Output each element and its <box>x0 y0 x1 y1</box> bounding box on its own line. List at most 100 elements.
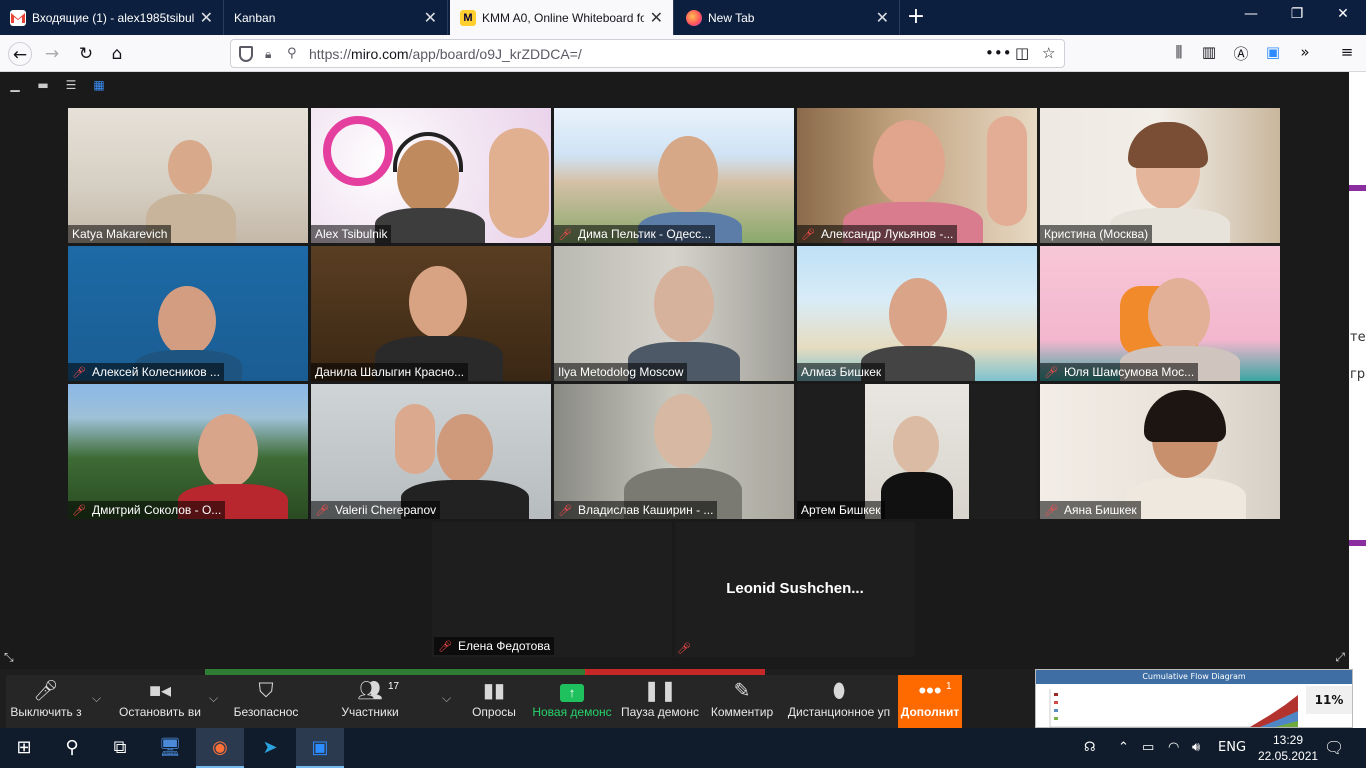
board-text: те <box>1350 330 1366 345</box>
zoom-level: 11% <box>1306 686 1352 714</box>
overflow-chevron-icon[interactable]: » <box>1294 43 1316 61</box>
close-window-button[interactable]: ✕ <box>1328 6 1358 22</box>
remote-control-button[interactable]: ⬮ Дистанционное уп <box>784 675 894 728</box>
bookmark-star-icon[interactable]: ☆ <box>1042 44 1055 62</box>
speaker-view-icon[interactable]: ▬ <box>34 78 52 92</box>
account-icon[interactable]: Ⓐ <box>1230 43 1252 64</box>
camera-icon: ■◂ <box>148 680 172 702</box>
wifi-icon[interactable]: ◠ <box>1168 728 1179 768</box>
notifications-icon[interactable]: 🗨︎ <box>1324 728 1344 768</box>
participant-name: Артем Бишкек <box>797 501 885 519</box>
tray-chevron-icon[interactable]: ⌃ <box>1118 728 1129 768</box>
maximize-button[interactable]: ❐ <box>1282 6 1312 22</box>
library-icon[interactable]: ⫼ <box>1168 43 1190 61</box>
tab-kanban[interactable]: Kanban ✕ <box>224 0 448 35</box>
participant-name: 🎤︎ Аяна Бишкек <box>1040 501 1141 519</box>
zoom-extension-icon[interactable]: ▣ <box>1262 43 1284 61</box>
people-icon[interactable]: ☊ <box>1084 728 1096 768</box>
gmail-icon <box>10 9 26 26</box>
close-tab-icon[interactable]: ✕ <box>876 8 889 28</box>
gallery-view-icon[interactable]: ▦ <box>90 78 108 92</box>
url-text[interactable]: https://miro.com/app/board/o9J_krZDDCA=/ <box>309 46 582 62</box>
polls-button[interactable]: ▮▮ Опросы <box>466 675 522 728</box>
tab-title: New Tab <box>708 10 755 25</box>
tab-gmail[interactable]: Входящие (1) - alex1985tsibulnik ✕ <box>0 0 224 35</box>
pause-share-button[interactable]: ❚❚ Пауза демонс <box>618 675 702 728</box>
video-off-tile[interactable]: Leonid Sushchen... 🎤︎ <box>675 522 915 657</box>
muted-mic-icon: 🎤︎ <box>315 504 329 517</box>
sidebar-icon[interactable]: ▥ <box>1198 43 1220 61</box>
search-icon[interactable]: ⚲ <box>48 728 96 768</box>
security-button[interactable]: ⛉ Безопаснос <box>230 675 302 728</box>
new-share-button[interactable]: ↑ Новая демонс <box>530 675 614 728</box>
close-tab-icon[interactable]: ✕ <box>650 8 663 28</box>
minimize-button[interactable]: — <box>1236 6 1266 22</box>
video-tile[interactable]: 🎤︎ Владислав Каширин - ... <box>554 384 794 519</box>
permissions-icon[interactable]: ⚲ <box>287 46 297 61</box>
new-tab-button[interactable]: + <box>904 4 928 29</box>
language-indicator[interactable]: ENG <box>1218 728 1246 768</box>
muted-mic-icon: 🎤︎ <box>1044 366 1058 379</box>
muted-mic-icon: 🎤︎ <box>558 228 572 241</box>
participant-name: 🎤︎ Дима Пельтик - Одесс... <box>554 225 716 243</box>
more-dots-icon: ••• <box>918 678 942 703</box>
pocket-icon[interactable]: ◫ <box>1015 44 1029 62</box>
home-button[interactable]: ⌂ <box>105 42 129 66</box>
video-tile[interactable]: 🎤︎ Дима Пельтик - Одесс... <box>554 108 794 243</box>
participant-name: 🎤︎ Юля Шамсумова Мос... <box>1040 363 1199 381</box>
battery-icon[interactable]: ▭ <box>1142 728 1154 768</box>
video-tile-active-speaker[interactable]: 🎤︎ Юля Шамсумова Мос... <box>1040 246 1280 381</box>
zoom-taskbar-icon[interactable]: ▣ <box>296 728 344 768</box>
firefox-taskbar-icon[interactable]: ◉ <box>196 728 244 768</box>
video-tile[interactable]: 🎤︎ Александр Лукьянов -... <box>797 108 1037 243</box>
clock[interactable]: 13:29 22.05.2021 <box>1258 732 1318 764</box>
more-badge: 1 <box>946 681 952 692</box>
pause-icon: ❚❚ <box>643 680 677 702</box>
windows-start-icon[interactable]: ⊞ <box>0 728 48 768</box>
tab-new-tab[interactable]: New Tab ✕ <box>676 0 900 35</box>
lock-icon[interactable]: 🔒︎ <box>265 47 271 62</box>
video-tile[interactable]: Данила Шалыгин Красно... <box>311 246 551 381</box>
telegram-icon[interactable]: ➤ <box>246 728 294 768</box>
chevron-down-icon[interactable]: ⌵ <box>209 691 218 706</box>
computer-app-icon[interactable]: 🖥︎ <box>146 728 194 768</box>
menu-icon[interactable]: ≡ <box>1336 43 1358 61</box>
video-tile[interactable]: Alex Tsibulnik <box>311 108 551 243</box>
video-tile[interactable]: 🎤︎ Дмитрий Соколов - О... <box>68 384 308 519</box>
task-view-icon[interactable]: ⧉ <box>96 728 144 768</box>
resize-handle-icon[interactable]: ⤢ <box>1335 650 1345 665</box>
chevron-down-icon[interactable]: ⌵ <box>92 691 101 706</box>
video-tile[interactable]: Артем Бишкек <box>797 384 1037 519</box>
more-button[interactable]: ••• Дополнит 1 <box>898 675 962 728</box>
shield-icon[interactable] <box>239 46 253 62</box>
participants-button[interactable]: 👥︎ Участники 17 <box>330 675 410 728</box>
video-tile[interactable]: Кристина (Москва) <box>1040 108 1280 243</box>
cfd-thumbnail[interactable]: Cumulative Flow Diagram 11% <box>1035 669 1353 728</box>
strip-view-icon[interactable]: ☰ <box>62 78 80 92</box>
resize-handle-icon[interactable]: ⤡ <box>4 650 14 665</box>
chevron-down-icon[interactable]: ⌵ <box>442 691 451 706</box>
participants-count: 17 <box>388 681 400 692</box>
video-off-tile[interactable]: 🎤︎ Елена Федотова <box>432 522 672 657</box>
page-actions-icon[interactable]: ••• <box>985 44 1012 62</box>
stop-video-button[interactable]: ■◂ Остановить ви <box>114 675 206 728</box>
annotate-button[interactable]: ✎ Комментир <box>706 675 778 728</box>
mute-button[interactable]: 🎤︎ Выключить з <box>6 675 86 728</box>
tab-miro[interactable]: M KMM A0, Online Whiteboard fo ✕ <box>450 0 674 35</box>
volume-icon[interactable]: 🔊︎ <box>1192 728 1200 768</box>
url-bar[interactable]: 🔒︎ ⚲ https://miro.com/app/board/o9J_krZD… <box>230 39 1065 68</box>
video-tile[interactable]: 🎤︎ Аяна Бишкек <box>1040 384 1280 519</box>
minimize-view-icon[interactable]: ▁ <box>6 78 24 92</box>
video-tile[interactable]: Katya Makarevich <box>68 108 308 243</box>
video-tile[interactable]: 🎤︎ Алексей Колесников ... <box>68 246 308 381</box>
video-tile[interactable]: Ilya Metodolog Moscow <box>554 246 794 381</box>
forward-button[interactable]: → <box>40 42 64 66</box>
participant-name: 🎤︎ Дмитрий Соколов - О... <box>68 501 226 519</box>
close-tab-icon[interactable]: ✕ <box>200 8 213 28</box>
reload-button[interactable]: ↻ <box>74 42 98 66</box>
close-tab-icon[interactable]: ✕ <box>424 8 437 28</box>
zoom-toolbar: 🎤︎ Выключить з ⌵ ■◂ Остановить ви ⌵ ⛉ Бе… <box>6 675 962 728</box>
video-tile[interactable]: Алмаз Бишкек <box>797 246 1037 381</box>
video-tile[interactable]: 🎤︎ Valerii Cherepanov <box>311 384 551 519</box>
back-button[interactable]: ← <box>8 42 32 66</box>
